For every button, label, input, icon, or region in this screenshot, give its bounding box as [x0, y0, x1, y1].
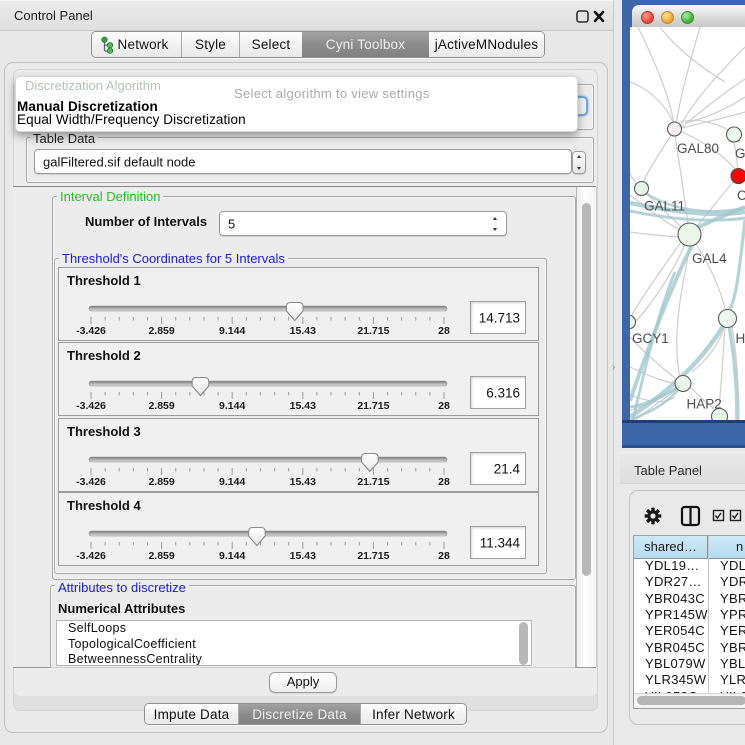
- svg-text:28: 28: [438, 550, 450, 562]
- svg-text:9.144: 9.144: [219, 325, 245, 337]
- svg-text:21.715: 21.715: [357, 550, 389, 562]
- svg-text:C: C: [737, 188, 745, 203]
- svg-text:-3.426: -3.426: [76, 400, 106, 412]
- svg-text:21.715: 21.715: [357, 400, 389, 412]
- svg-text:-3.426: -3.426: [76, 476, 106, 488]
- svg-text:9.144: 9.144: [219, 476, 245, 488]
- svg-text:9.144: 9.144: [219, 400, 245, 412]
- svg-text:2.859: 2.859: [148, 325, 174, 337]
- svg-text:GA: GA: [735, 146, 745, 161]
- svg-text:28: 28: [438, 325, 450, 337]
- svg-text:15.43: 15.43: [290, 400, 316, 412]
- svg-text:15.43: 15.43: [290, 325, 316, 337]
- svg-text:GAL80: GAL80: [677, 141, 719, 156]
- svg-text:-3.426: -3.426: [76, 550, 106, 562]
- svg-text:2.859: 2.859: [148, 476, 174, 488]
- svg-text:-3.426: -3.426: [76, 325, 106, 337]
- svg-text:28: 28: [438, 400, 450, 412]
- svg-text:GAL11: GAL11: [644, 199, 685, 214]
- svg-text:H: H: [736, 331, 745, 346]
- svg-text:HAP2: HAP2: [687, 397, 722, 412]
- svg-text:9.144: 9.144: [219, 550, 245, 562]
- svg-text:21.715: 21.715: [357, 325, 389, 337]
- svg-text:GAL4: GAL4: [692, 251, 727, 266]
- svg-text:GCY1: GCY1: [632, 331, 669, 346]
- svg-text:15.43: 15.43: [290, 550, 316, 562]
- svg-text:21.715: 21.715: [357, 476, 389, 488]
- svg-text:15.43: 15.43: [290, 476, 316, 488]
- svg-text:2.859: 2.859: [148, 400, 174, 412]
- svg-text:2.859: 2.859: [148, 550, 174, 562]
- svg-text:28: 28: [438, 476, 450, 488]
